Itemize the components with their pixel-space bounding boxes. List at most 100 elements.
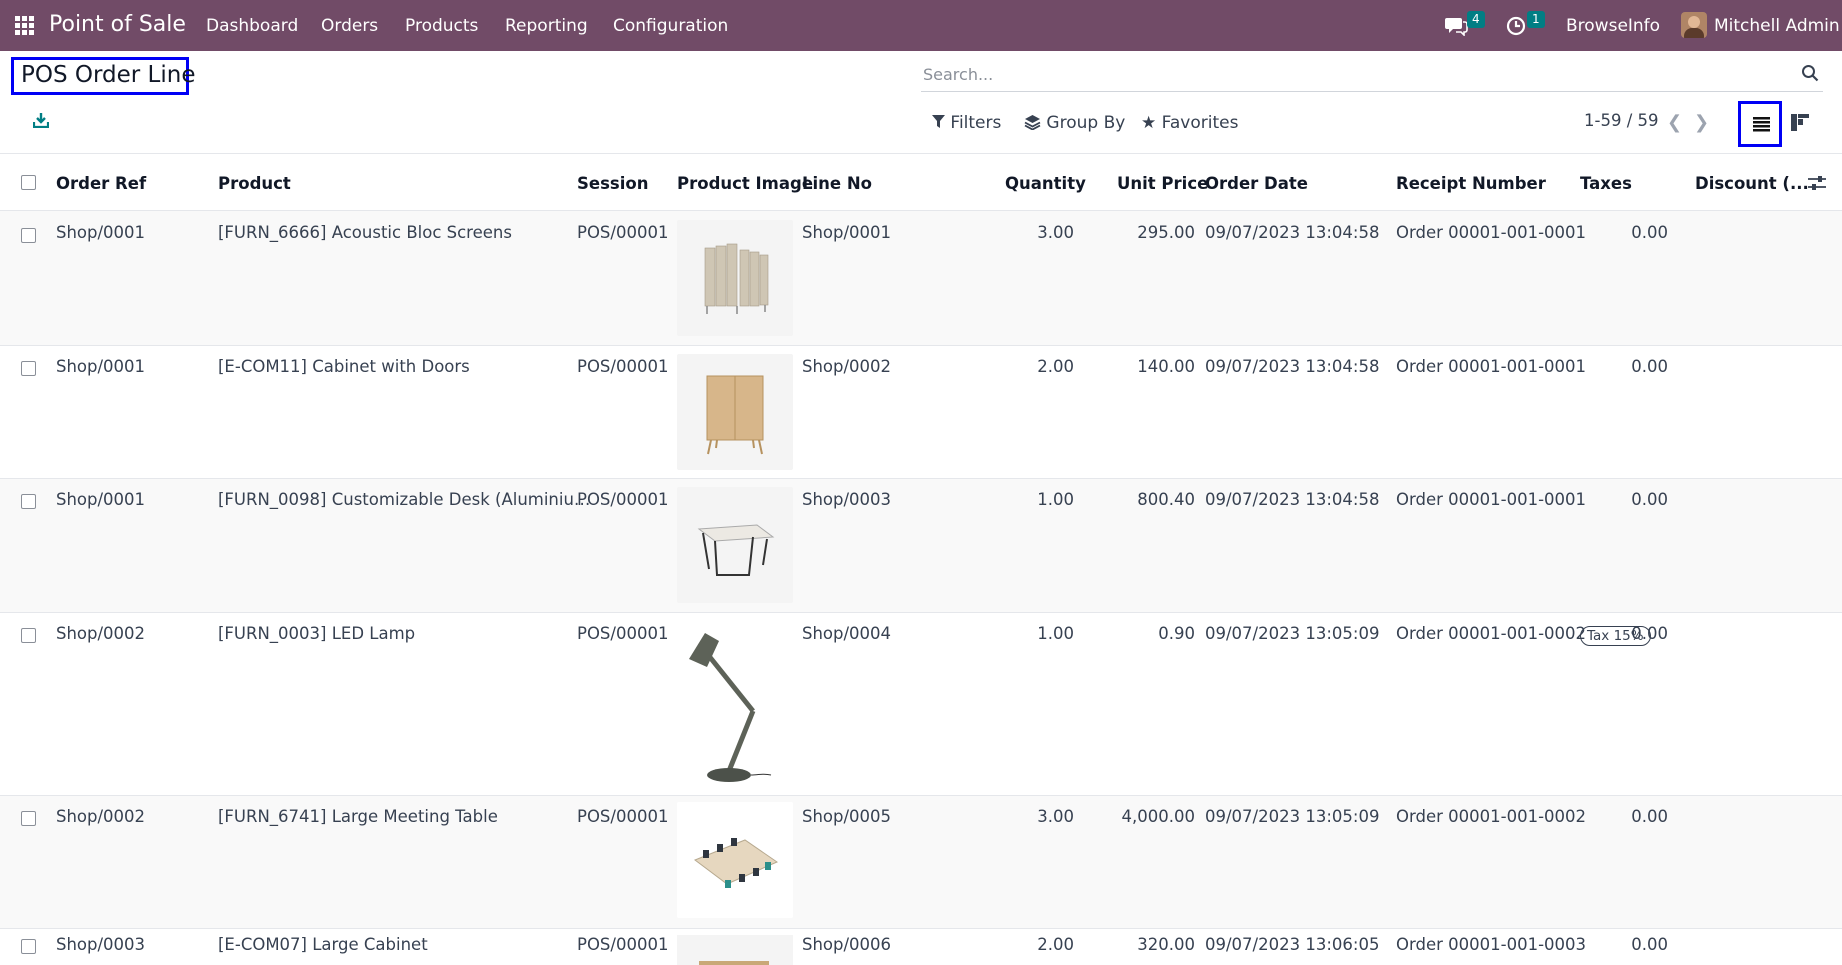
product-cell: [FURN_6741] Large Meeting Table bbox=[218, 807, 498, 826]
product-image bbox=[677, 487, 793, 603]
session-cell: POS/00001 bbox=[577, 807, 669, 826]
product-cell: [FURN_0098] Customizable Desk (Aluminiu… bbox=[218, 490, 591, 509]
receipt-cell: Order 00001-001-0001 bbox=[1396, 490, 1587, 509]
download-icon[interactable] bbox=[33, 112, 49, 128]
menu-dashboard[interactable]: Dashboard bbox=[206, 16, 298, 36]
product-cell: [E-COM07] Large Cabinet bbox=[218, 935, 428, 954]
unit-price-cell: 140.00 bbox=[1137, 357, 1195, 376]
receipt-cell: Order 00001-001-0002 bbox=[1396, 807, 1587, 826]
list-view-button[interactable] bbox=[1738, 101, 1782, 147]
line-no-cell: Shop/0004 bbox=[802, 624, 892, 643]
app-title[interactable]: Point of Sale bbox=[49, 12, 186, 37]
column-unit-price[interactable]: Unit Price bbox=[1117, 174, 1208, 193]
quantity-cell: 3.00 bbox=[1037, 223, 1074, 242]
table-row[interactable]: Shop/0001 [FURN_6666] Acoustic Bloc Scre… bbox=[0, 211, 1842, 345]
user-menu[interactable]: Mitchell Admin bbox=[1714, 16, 1840, 36]
row-checkbox[interactable] bbox=[21, 939, 36, 954]
divider bbox=[0, 153, 1842, 154]
activities-badge: 1 bbox=[1527, 11, 1545, 28]
unit-price-cell: 295.00 bbox=[1137, 223, 1195, 242]
column-quantity[interactable]: Quantity bbox=[1005, 174, 1086, 193]
menu-orders[interactable]: Orders bbox=[321, 16, 378, 36]
group-by-button[interactable]: Group By bbox=[1024, 113, 1125, 133]
column-session[interactable]: Session bbox=[577, 174, 648, 193]
select-all-checkbox[interactable] bbox=[21, 175, 36, 190]
line-no-cell: Shop/0003 bbox=[802, 490, 892, 509]
apps-menu-icon[interactable] bbox=[15, 16, 34, 35]
menu-configuration[interactable]: Configuration bbox=[613, 16, 728, 36]
menu-products[interactable]: Products bbox=[405, 16, 478, 36]
avatar[interactable] bbox=[1681, 12, 1707, 38]
product-image bbox=[677, 621, 793, 789]
column-product-image[interactable]: Product Image bbox=[677, 174, 813, 193]
column-taxes[interactable]: Taxes bbox=[1580, 174, 1632, 193]
table-row[interactable]: Shop/0001 [E-COM11] Cabinet with Doors P… bbox=[0, 346, 1842, 478]
discount-cell: 0.00 bbox=[1631, 223, 1668, 242]
product-cell: [FURN_6666] Acoustic Bloc Screens bbox=[218, 223, 512, 242]
messages-button[interactable] bbox=[1444, 16, 1468, 41]
discount-cell: 0.00 bbox=[1631, 490, 1668, 509]
table-row[interactable]: Shop/0001 [FURN_0098] Customizable Desk … bbox=[0, 479, 1842, 612]
order-date-cell: 09/07/2023 13:04:58 bbox=[1205, 223, 1380, 242]
column-order-ref[interactable]: Order Ref bbox=[56, 174, 146, 193]
row-checkbox[interactable] bbox=[21, 494, 36, 509]
order-date-cell: 09/07/2023 13:05:09 bbox=[1205, 807, 1380, 826]
session-cell: POS/00001 bbox=[577, 624, 669, 643]
product-image bbox=[677, 935, 793, 965]
row-checkbox[interactable] bbox=[21, 628, 36, 643]
quantity-cell: 3.00 bbox=[1037, 807, 1074, 826]
optional-columns-icon[interactable] bbox=[1808, 175, 1826, 191]
page-title: POS Order Line bbox=[21, 62, 196, 88]
pager-value[interactable]: 1-59 / 59 bbox=[1584, 111, 1659, 130]
pager-previous-icon[interactable]: ❮ bbox=[1667, 112, 1682, 133]
favorites-button[interactable]: ★ Favorites bbox=[1141, 113, 1238, 133]
order-date-cell: 09/07/2023 13:06:05 bbox=[1205, 935, 1380, 954]
table-row[interactable]: Shop/0002 [FURN_0003] LED Lamp POS/00001… bbox=[0, 613, 1842, 795]
session-cell: POS/00001 bbox=[577, 357, 669, 376]
column-order-date[interactable]: Order Date bbox=[1205, 174, 1308, 193]
column-line-no[interactable]: Line No bbox=[802, 174, 872, 193]
table-row[interactable]: Shop/0003 [E-COM07] Large Cabinet POS/00… bbox=[0, 929, 1842, 965]
receipt-cell: Order 00001-001-0003 bbox=[1396, 935, 1587, 954]
product-cell: [FURN_0003] LED Lamp bbox=[218, 624, 416, 643]
unit-price-cell: 800.40 bbox=[1137, 490, 1195, 509]
order-date-cell: 09/07/2023 13:04:58 bbox=[1205, 490, 1380, 509]
quantity-cell: 1.00 bbox=[1037, 624, 1074, 643]
session-cell: POS/00001 bbox=[577, 935, 669, 954]
quantity-cell: 2.00 bbox=[1037, 935, 1074, 954]
clock-icon bbox=[1506, 16, 1526, 36]
star-icon: ★ bbox=[1141, 113, 1157, 133]
company-switcher[interactable]: BrowseInfo bbox=[1566, 16, 1660, 36]
search-icon[interactable] bbox=[1801, 64, 1819, 82]
session-cell: POS/00001 bbox=[577, 490, 669, 509]
table-row[interactable]: Shop/0002 [FURN_6741] Large Meeting Tabl… bbox=[0, 796, 1842, 928]
discount-cell: 0.00 bbox=[1631, 935, 1668, 954]
kanban-view-icon[interactable] bbox=[1791, 114, 1809, 131]
product-cell: [E-COM11] Cabinet with Doors bbox=[218, 357, 470, 376]
search-bar[interactable]: Search... bbox=[921, 58, 1823, 92]
line-no-cell: Shop/0002 bbox=[802, 357, 892, 376]
row-checkbox[interactable] bbox=[21, 228, 36, 243]
activities-button[interactable] bbox=[1506, 16, 1526, 41]
product-image bbox=[677, 802, 793, 918]
chat-icon bbox=[1445, 18, 1468, 37]
column-receipt-number[interactable]: Receipt Number bbox=[1396, 174, 1546, 193]
pager-next-icon[interactable]: ❯ bbox=[1694, 112, 1709, 133]
unit-price-cell: 4,000.00 bbox=[1121, 807, 1195, 826]
menu-reporting[interactable]: Reporting bbox=[505, 16, 588, 36]
order-ref-cell: Shop/0001 bbox=[56, 357, 146, 376]
discount-cell: 0.00 bbox=[1631, 357, 1668, 376]
order-ref-cell: Shop/0002 bbox=[56, 624, 146, 643]
row-checkbox[interactable] bbox=[21, 811, 36, 826]
top-navbar: Point of Sale Dashboard Orders Products … bbox=[0, 0, 1842, 51]
unit-price-cell: 320.00 bbox=[1137, 935, 1195, 954]
column-discount[interactable]: Discount (... bbox=[1695, 174, 1809, 193]
row-checkbox[interactable] bbox=[21, 361, 36, 376]
line-no-cell: Shop/0001 bbox=[802, 223, 892, 242]
order-ref-cell: Shop/0001 bbox=[56, 490, 146, 509]
filters-button[interactable]: Filters bbox=[932, 113, 1001, 133]
order-ref-cell: Shop/0002 bbox=[56, 807, 146, 826]
order-ref-cell: Shop/0001 bbox=[56, 223, 146, 242]
search-input[interactable]: Search... bbox=[923, 65, 993, 84]
column-product[interactable]: Product bbox=[218, 174, 291, 193]
